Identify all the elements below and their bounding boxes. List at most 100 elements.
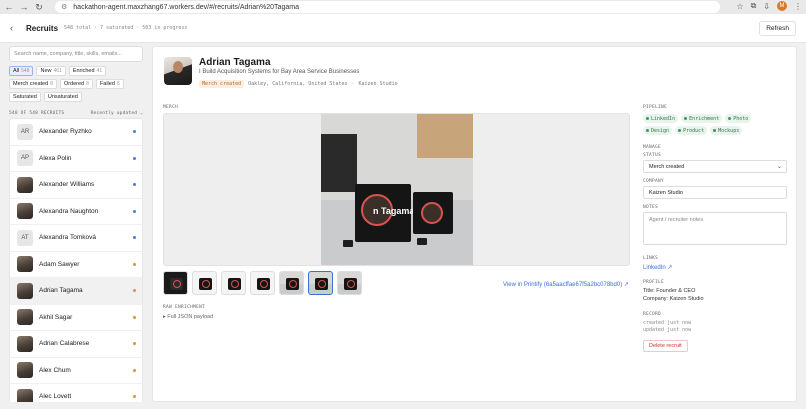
raw-enrichment-label: RAW ENRICHMENT (163, 305, 206, 310)
browser-menu-icon[interactable]: ⋮ (794, 2, 802, 11)
back-arrow-icon[interactable]: ← (3, 1, 15, 13)
thumbnail-selected[interactable] (308, 271, 333, 295)
list-item[interactable]: Alexandra Naughton (10, 199, 142, 225)
delete-recruit-button[interactable]: Delete recruit (643, 340, 688, 352)
recruit-location: Oakley, California, United States (248, 81, 348, 87)
chip-label: All (13, 68, 20, 74)
search-input[interactable]: Search name, company, title, skills, ema… (9, 46, 143, 62)
chip-label: Unsaturated (47, 94, 78, 100)
chevron-down-icon: ⌄ (776, 164, 782, 170)
recruit-name: Adam Sawyer (39, 260, 80, 268)
profile-label: PROFILE (643, 280, 665, 285)
thumbnail[interactable] (250, 271, 275, 295)
status-dot (133, 236, 136, 240)
profile-title: Title: Founder & CEO (643, 288, 696, 294)
json-payload-toggle[interactable]: ▸ Full JSON payload (163, 314, 213, 320)
profile-avatar[interactable]: M (777, 1, 787, 11)
extensions-icon[interactable]: ⧉ (751, 1, 757, 11)
list-item[interactable]: Adrian Calabrese (10, 331, 142, 358)
reload-icon[interactable]: ↻ (33, 1, 45, 13)
status-badge: Merch created (199, 80, 245, 88)
bookmark-star-icon[interactable]: ☆ (736, 2, 743, 11)
status-dot (133, 209, 136, 213)
back-chevron-icon[interactable]: ‹ (10, 23, 24, 33)
thumbnail[interactable] (192, 271, 217, 295)
pipeline-step: Design (643, 126, 673, 135)
avatar: AT (17, 229, 33, 246)
avatar (17, 388, 33, 402)
list-item[interactable]: Akhil Sagar (10, 305, 142, 331)
filter-merch-created[interactable]: Merch created 8 (9, 79, 57, 89)
chip-label: Failed (99, 81, 115, 87)
record-created: created just now (643, 320, 692, 326)
forward-arrow-icon[interactable]: → (18, 1, 30, 13)
recruit-name: Alec Lovett (39, 393, 72, 401)
filter-enriched[interactable]: Enriched 41 (68, 66, 107, 76)
meta-separator: · (351, 81, 355, 87)
pipeline-label: PIPELINE (643, 105, 668, 110)
company-field[interactable]: Kaizen Studio (643, 186, 787, 199)
thumbnail[interactable] (337, 271, 362, 295)
notes-textarea[interactable]: Agent / recruiter notes (643, 212, 787, 245)
list-item[interactable]: Alexander Williams (10, 172, 142, 199)
recruit-name: Alexandra Tomková (39, 234, 96, 242)
filter-ordered[interactable]: Ordered 8 (59, 79, 93, 89)
printify-link[interactable]: View in Printify (6a5aacffae67f5a2bc078b… (503, 281, 629, 288)
list-item[interactable]: AP Alexa Polin (10, 146, 142, 172)
status-dot (133, 315, 136, 319)
pipeline-step: Enrichment (681, 114, 723, 123)
status-select[interactable]: Merch created ⌄ (643, 160, 787, 173)
thumbnail[interactable] (221, 271, 246, 295)
avatar (17, 203, 33, 220)
url-text: hackathon-agent.maxzhang67.workers.dev/#… (73, 3, 299, 11)
list-item[interactable]: Alex Chum (10, 358, 142, 384)
list-item[interactable]: Adrian Tagama (10, 278, 142, 305)
mockup-thumbnails (163, 271, 362, 295)
recruit-name: Alexandra Naughton (39, 207, 99, 215)
filter-unsaturated[interactable]: Unsaturated (43, 92, 82, 102)
recruit-company: Kaizen Studio (358, 81, 398, 87)
filter-new[interactable]: New 461 (36, 66, 66, 76)
pipeline-step: Photo (725, 114, 752, 123)
recruit-name: Adrian Calabrese (39, 340, 90, 348)
avatar (17, 309, 33, 326)
thumbnail[interactable] (163, 271, 188, 295)
list-item[interactable]: AR Alexander Ryzhko (10, 119, 142, 146)
pipeline-step: LinkedIn (643, 114, 679, 123)
chip-count: 41 (96, 68, 103, 74)
filter-all[interactable]: All 548 (9, 66, 34, 76)
chip-label: Merch created (13, 81, 49, 87)
list-item[interactable]: Alec Lovett (10, 384, 142, 402)
chip-label: Ordered (63, 81, 85, 87)
filter-failed[interactable]: Failed 6 (95, 79, 124, 89)
list-item[interactable]: Adam Sawyer (10, 252, 142, 278)
chip-label: Enriched (72, 68, 95, 74)
refresh-button[interactable]: Refresh (759, 21, 796, 36)
download-icon[interactable]: ⇩ (763, 2, 770, 11)
thumbnail[interactable] (279, 271, 304, 295)
status-dot (133, 183, 136, 187)
site-info-icon[interactable]: ⚙ (61, 3, 67, 11)
mockup-image[interactable]: n Tagama (321, 114, 473, 265)
list-count: 548 OF 548 RECRUITS (9, 110, 65, 116)
status-dot (133, 262, 136, 266)
recruit-meta: Merch created Oakley, California, United… (199, 80, 398, 88)
status-label: STATUS (643, 153, 662, 158)
avatar (17, 282, 33, 299)
recruit-name: Alexa Polin (39, 154, 72, 162)
merch-section-label: MERCH (163, 105, 179, 110)
list-item[interactable]: AT Alexandra Tomková (10, 225, 142, 252)
pipeline-step: Mockups (710, 126, 743, 135)
filter-saturated[interactable]: Saturated (9, 92, 41, 102)
app-header: ‹ Recruits 548 total · 7 saturated · 503… (0, 14, 806, 43)
linkedin-link[interactable]: LinkedIn ↗ (643, 264, 672, 271)
manage-label: MANAGE (643, 145, 662, 150)
chip-count: 548 (21, 68, 30, 74)
chip-count: 8 (50, 81, 53, 87)
status-dot (133, 395, 136, 399)
chip-count: 8 (86, 81, 89, 87)
status-dot (133, 342, 136, 346)
sort-dropdown[interactable]: Recently updated ⌄ (91, 111, 143, 116)
chip-count: 6 (116, 81, 120, 87)
address-bar[interactable]: ⚙ hackathon-agent.maxzhang67.workers.dev… (55, 1, 720, 13)
